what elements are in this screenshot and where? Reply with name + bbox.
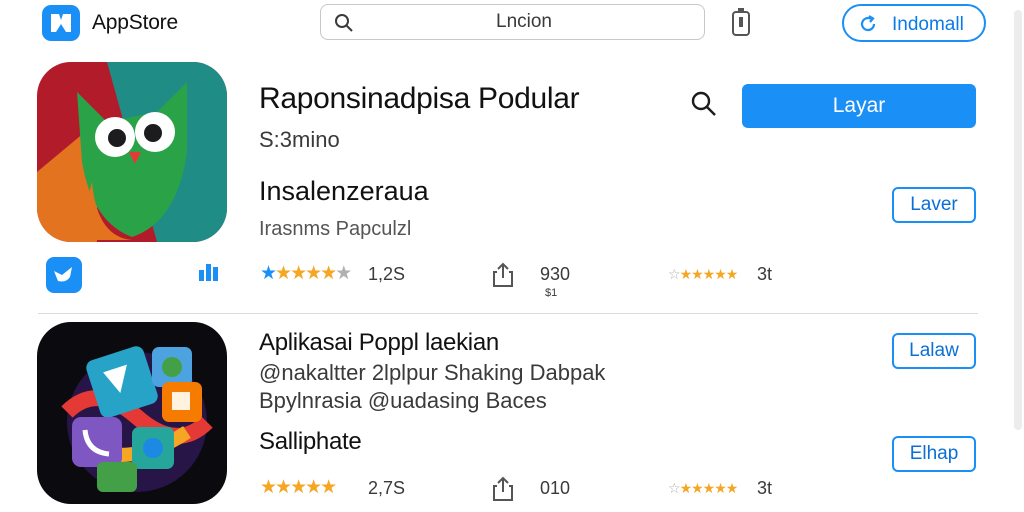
star-rating: ★★★★★ xyxy=(260,477,337,498)
star-rating: ★★★★★★ xyxy=(260,263,352,284)
help-button[interactable]: Elhap xyxy=(892,436,976,472)
search-input[interactable] xyxy=(359,10,689,34)
chart-icon xyxy=(198,261,220,286)
app-icon-owl[interactable] xyxy=(37,62,227,242)
search-icon[interactable] xyxy=(690,90,718,123)
download-count: 010 xyxy=(540,478,571,498)
app-store-logo-icon[interactable] xyxy=(42,5,80,41)
share-icon[interactable] xyxy=(492,476,514,507)
install-all-label: Indomall xyxy=(892,14,964,35)
review-rating: 3t xyxy=(757,264,773,284)
scrollbar[interactable] xyxy=(1014,10,1022,430)
app-description-line: Bpylnrasia @uadasing Baces xyxy=(259,388,547,413)
download-count: 930 xyxy=(540,264,571,284)
app-title[interactable]: Aplikasai Poppl laekian xyxy=(259,329,499,357)
view-button[interactable]: Laver xyxy=(892,187,976,223)
refresh-icon xyxy=(858,14,878,40)
device-icon xyxy=(730,7,752,42)
view-button[interactable]: Lalaw xyxy=(892,333,976,369)
get-button[interactable]: Layar xyxy=(742,84,976,128)
search-bar[interactable] xyxy=(320,4,705,40)
app-store-title: AppStore xyxy=(92,11,178,34)
share-icon[interactable] xyxy=(492,262,514,293)
app-icon-apps[interactable] xyxy=(37,322,227,504)
install-all-button[interactable]: Indomall xyxy=(842,4,986,42)
search-icon xyxy=(334,13,354,38)
app-subtitle: S:3mino xyxy=(259,127,340,152)
download-sub: $1 xyxy=(545,287,558,299)
rating-count: 2,7S xyxy=(368,478,406,498)
app-title[interactable]: Raponsinadpisa Podular xyxy=(259,82,580,116)
review-stars: ☆★★★★★ xyxy=(668,266,738,282)
bird-icon xyxy=(46,257,82,293)
app-description-line: @nakaltter 2lplpur Shaking Dabpak xyxy=(259,360,606,385)
rating-count: 1,2S xyxy=(368,264,406,284)
app-secondary-title: Insalenzeraua xyxy=(259,176,429,206)
top-bar: AppStore Indomall xyxy=(0,0,1024,46)
app-secondary-title: Salliphate xyxy=(259,428,362,455)
review-rating: 3t xyxy=(757,478,773,498)
app-category: Irasnms Papculzl xyxy=(259,218,412,240)
divider xyxy=(38,313,978,314)
review-stars: ☆★★★★★ xyxy=(668,480,738,496)
